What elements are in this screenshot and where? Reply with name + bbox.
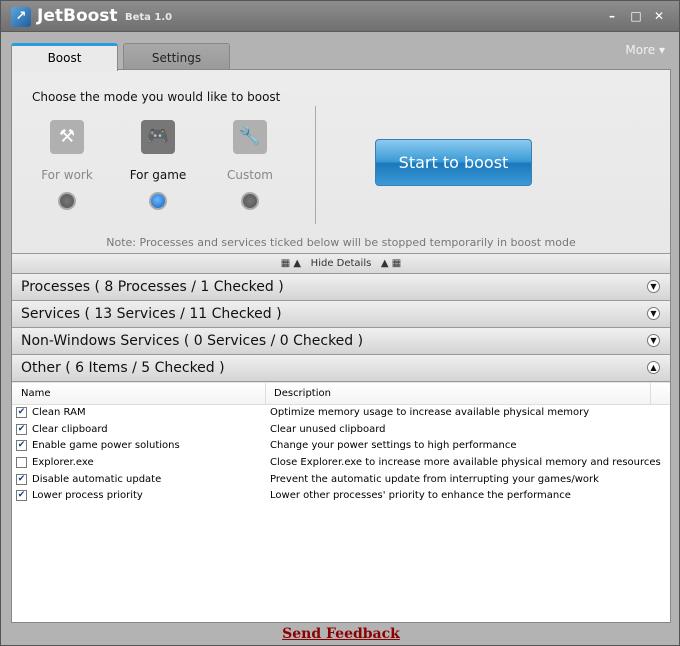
table-row[interactable]: ✔ Disable automatic update Prevent the aut… <box>12 472 670 489</box>
chevron-down-icon[interactable]: ▼ <box>647 334 660 347</box>
chevron-down-icon[interactable]: ▼ <box>647 280 660 293</box>
tab-boost[interactable]: Boost <box>11 43 118 71</box>
chevron-up-icon[interactable]: ▲ <box>647 361 660 374</box>
section-non-windows-services[interactable]: Non-Windows Services ( 0 Services / 0 Ch… <box>12 328 670 355</box>
hide-details-label: Hide Details <box>310 258 372 269</box>
work-icon: ⚒ <box>50 120 84 154</box>
close-icon[interactable]: ✕ <box>652 9 666 23</box>
start-boost-button[interactable]: Start to boost <box>375 139 532 186</box>
table-header: Name Description <box>12 383 670 405</box>
table-row[interactable]: ✔ Lower process priority Lower other proce… <box>12 488 670 505</box>
checkbox[interactable]: ✔ <box>16 440 27 452</box>
row-name: Clean RAM <box>32 407 86 418</box>
mode-label: Custom <box>227 168 273 182</box>
mode-label: For game <box>129 168 187 182</box>
tab-settings[interactable]: Settings <box>123 43 230 70</box>
maximize-icon[interactable]: □ <box>629 9 643 23</box>
wrench-icon: 🔧 <box>233 120 267 154</box>
table-row[interactable]: Explorer.exe Close Explorer.exe to increa… <box>12 455 670 472</box>
minimize-icon[interactable]: – <box>605 9 619 23</box>
table-row[interactable]: ✔ Enable game power solutions Change your … <box>12 438 670 455</box>
app-version: Beta 1.0 <box>125 12 173 23</box>
other-table: Name Description ✔ Clean RAM Optimize memo… <box>12 383 670 622</box>
column-description[interactable]: Description <box>265 383 651 404</box>
app-window: ↗ JetBoost Beta 1.0 – □ ✕ More ▾ Boost S… <box>0 0 680 646</box>
section-label: Non-Windows Services ( 0 Services / 0 Ch… <box>21 333 364 349</box>
row-name: Explorer.exe <box>32 457 94 469</box>
checkbox[interactable]: ✔ <box>16 407 27 418</box>
grip-icon: ▦ ▲ <box>280 258 302 269</box>
row-description: Change your power settings to high perfo… <box>270 440 517 452</box>
gamepad-icon: 🎮 <box>141 120 175 154</box>
boost-note: Note: Processes and services ticked belo… <box>106 236 576 249</box>
row-name: Disable automatic update <box>32 473 162 485</box>
mode-for-work[interactable]: ⚒ For work <box>32 120 102 210</box>
radio-custom[interactable] <box>241 192 259 210</box>
more-menu[interactable]: More ▾ <box>625 43 665 57</box>
boost-panel: Choose the mode you would like to boost … <box>11 69 671 623</box>
row-name: Enable game power solutions <box>32 440 180 452</box>
radio-for-game[interactable] <box>149 192 167 210</box>
table-row[interactable]: ✔ Clear clipboard Clear unused clipboard <box>12 422 670 439</box>
column-name[interactable]: Name <box>21 388 51 399</box>
section-other[interactable]: Other ( 6 Items / 5 Checked ) ▲ <box>12 355 670 382</box>
table-row[interactable]: ✔ Clean RAM Optimize memory usage to incre… <box>12 405 670 422</box>
mode-label: For work <box>41 168 93 182</box>
row-name: Lower process priority <box>32 490 143 502</box>
hide-details-toggle[interactable]: ▦ ▲ Hide Details ▲ ▦ <box>12 253 670 274</box>
checkbox[interactable]: ✔ <box>16 473 27 485</box>
divider <box>315 106 316 224</box>
title-bar: ↗ JetBoost Beta 1.0 – □ ✕ <box>1 1 679 32</box>
app-title: JetBoost <box>37 6 118 26</box>
mode-custom[interactable]: 🔧 Custom <box>215 120 285 210</box>
row-name: Clear clipboard <box>32 423 108 435</box>
section-services[interactable]: Services ( 13 Services / 11 Checked ) ▼ <box>12 301 670 328</box>
row-description: Prevent the automatic update from interr… <box>270 473 599 485</box>
row-description: Lower other processes' priority to enhan… <box>270 490 571 502</box>
jetboost-logo-icon: ↗ <box>11 7 31 27</box>
checkbox[interactable]: ✔ <box>16 423 27 435</box>
radio-for-work[interactable] <box>58 192 76 210</box>
row-description: Optimize memory usage to increase availa… <box>270 407 590 418</box>
section-label: Processes ( 8 Processes / 1 Checked ) <box>21 279 284 295</box>
mode-for-game[interactable]: 🎮 For game <box>123 120 193 210</box>
grip-icon: ▲ ▦ <box>380 258 402 269</box>
row-description: Clear unused clipboard <box>270 423 386 435</box>
section-label: Services ( 13 Services / 11 Checked ) <box>21 306 282 322</box>
section-label: Other ( 6 Items / 5 Checked ) <box>21 360 225 376</box>
send-feedback-link[interactable]: Send Feedback <box>1 626 680 642</box>
chevron-down-icon[interactable]: ▼ <box>647 307 660 320</box>
mode-prompt: Choose the mode you would like to boost <box>32 90 281 104</box>
checkbox[interactable]: ✔ <box>16 490 27 502</box>
checkbox[interactable] <box>16 457 27 469</box>
section-processes[interactable]: Processes ( 8 Processes / 1 Checked ) ▼ <box>12 274 670 301</box>
row-description: Close Explorer.exe to increase more avai… <box>270 457 661 469</box>
